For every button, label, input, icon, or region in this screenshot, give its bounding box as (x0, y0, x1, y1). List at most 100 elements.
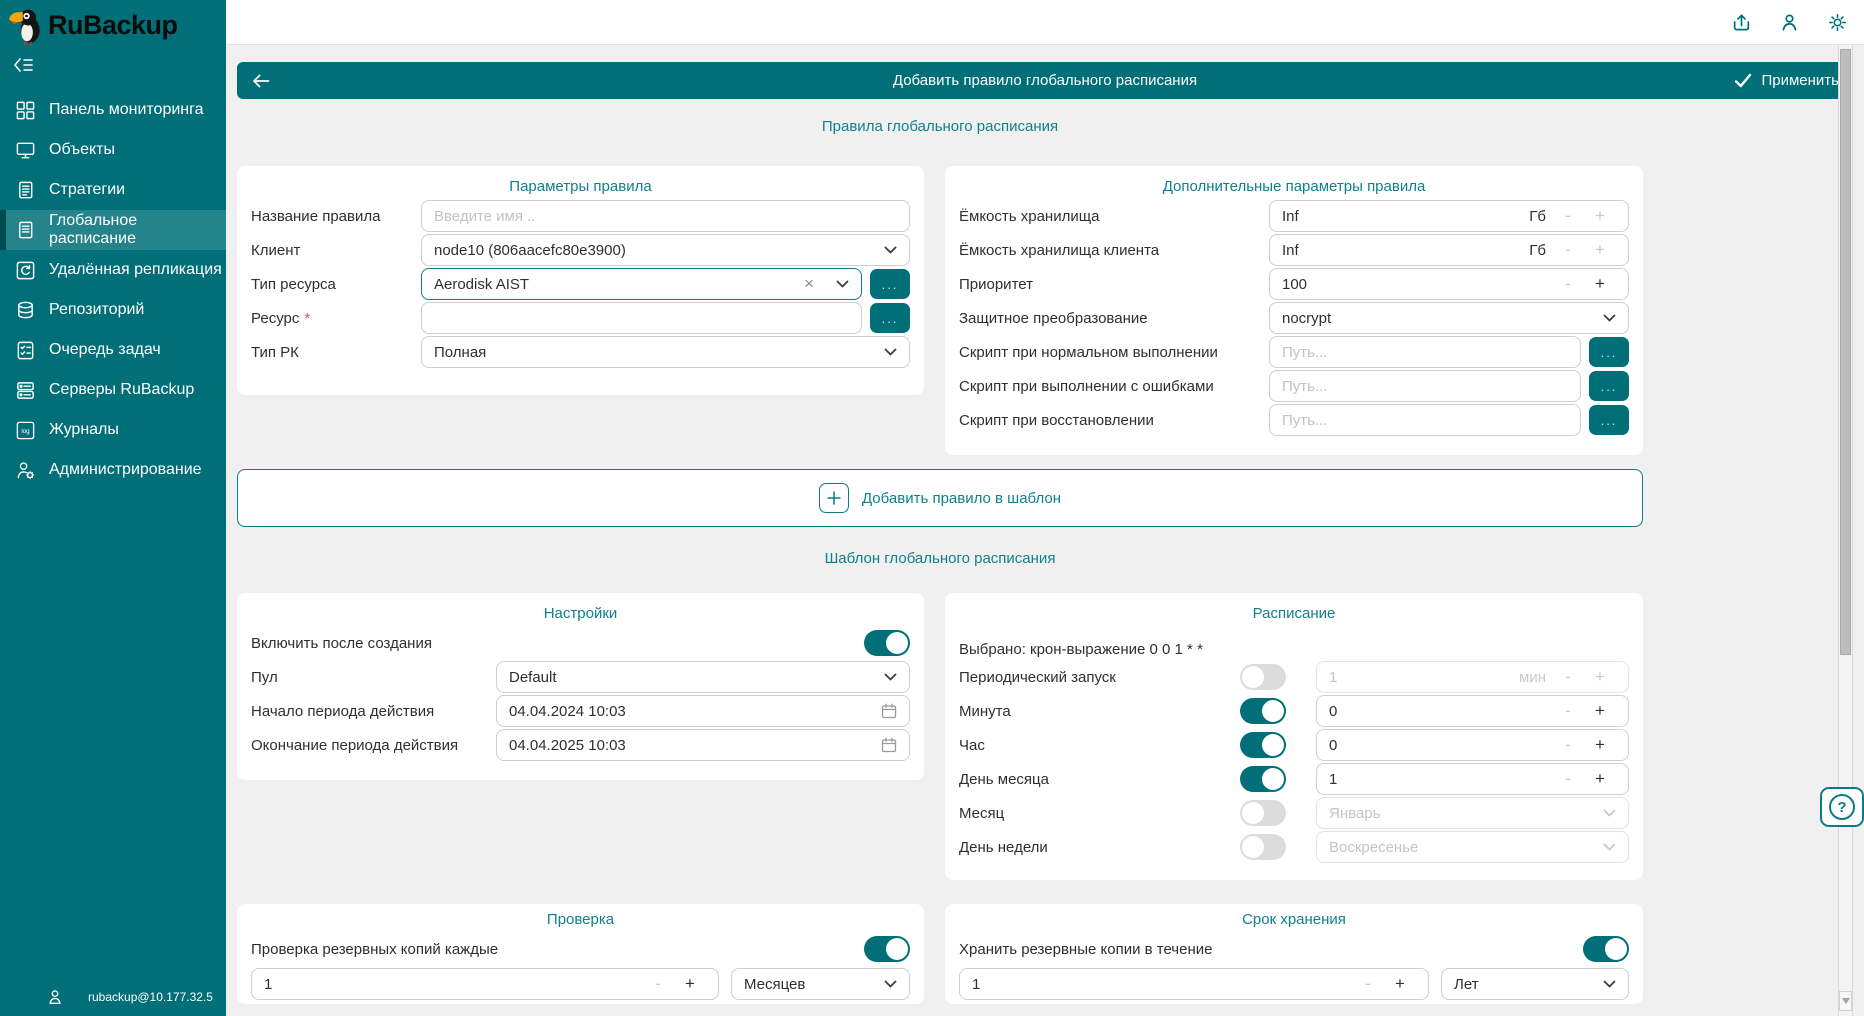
rubackup-app: RuBackup Панель мониторинга Объекты Стра… (0, 0, 1864, 1016)
sidebar-item-strategies[interactable]: Стратегии (0, 170, 226, 210)
weekday-toggle[interactable] (1240, 834, 1286, 860)
help-button[interactable]: ? (1820, 787, 1864, 827)
plus-button[interactable]: + (1584, 735, 1616, 755)
vertical-scrollbar[interactable] (1838, 45, 1853, 1016)
sidebar-item-repository[interactable]: Репозиторий (0, 290, 226, 330)
apply-button[interactable]: Применить (1734, 72, 1839, 89)
retention-toggle[interactable] (1583, 936, 1629, 962)
weekday-select[interactable]: Воскресенье (1316, 831, 1629, 863)
sidebar-item-dashboard[interactable]: Панель мониторинга (0, 90, 226, 130)
chevron-down-icon[interactable] (836, 280, 849, 288)
resource-type-combobox[interactable]: Aerodisk AIST × (421, 268, 862, 300)
scrollbar-down-button[interactable] (1839, 991, 1852, 1011)
pool-select[interactable]: Default (496, 661, 910, 693)
capacity-input[interactable]: Гб - + (1269, 200, 1629, 232)
client-capacity-unit: Гб (1529, 242, 1546, 259)
add-rule-to-template-button[interactable]: Добавить правило в шаблон (237, 469, 1643, 527)
calendar-icon[interactable] (881, 703, 897, 719)
verification-value-input[interactable]: - + (251, 968, 719, 1000)
retention-value-input[interactable]: - + (959, 968, 1429, 1000)
plus-button[interactable]: + (1584, 206, 1616, 226)
script-restore-label: Скрипт при восстановлении (959, 412, 1269, 429)
client-label: Клиент (251, 242, 421, 259)
export-icon[interactable] (1730, 11, 1752, 33)
periodic-toggle[interactable] (1240, 664, 1286, 690)
period-start-input[interactable]: 04.04.2024 10:03 (496, 695, 910, 727)
replication-icon (14, 259, 36, 281)
client-capacity-input[interactable]: Гб - + (1269, 234, 1629, 266)
sidebar-item-global-schedule[interactable]: Глобальное расписание (0, 210, 226, 250)
day-of-month-input[interactable]: - + (1316, 763, 1629, 795)
calendar-icon[interactable] (881, 737, 897, 753)
script-restore-input[interactable] (1269, 404, 1581, 436)
transform-label: Защитное преобразование (959, 310, 1269, 327)
hour-input[interactable]: - + (1316, 729, 1629, 761)
plus-button[interactable]: + (1384, 974, 1416, 994)
servers-icon (14, 379, 36, 401)
backup-type-select[interactable]: Полная (421, 336, 910, 368)
resource-input[interactable] (421, 302, 862, 334)
sidebar-item-administration[interactable]: Администрирование (0, 450, 226, 490)
plus-button[interactable]: + (1584, 274, 1616, 294)
plus-button[interactable]: + (674, 974, 706, 994)
minus-button[interactable]: - (1552, 735, 1584, 755)
scrollbar-thumb[interactable] (1840, 49, 1851, 655)
plus-button[interactable]: + (1584, 667, 1616, 687)
clear-icon[interactable]: × (804, 274, 814, 294)
verification-unit-select[interactable]: Месяцев (731, 968, 910, 1000)
transform-select[interactable]: nocrypt (1269, 302, 1629, 334)
priority-input[interactable]: - + (1269, 268, 1629, 300)
retention-unit-select[interactable]: Лет (1441, 968, 1629, 1000)
minus-button[interactable]: - (1352, 974, 1384, 994)
enable-toggle[interactable] (864, 630, 910, 656)
periodic-input[interactable]: мин - + (1316, 661, 1629, 693)
minus-button[interactable]: - (1552, 701, 1584, 721)
minute-input[interactable]: - + (1316, 695, 1629, 727)
period-end-input[interactable]: 04.04.2025 10:03 (496, 729, 910, 761)
back-button[interactable] (251, 69, 277, 93)
apply-label: Применить (1761, 72, 1839, 89)
verification-toggle[interactable] (864, 936, 910, 962)
sidebar-item-label: Администрирование (49, 461, 202, 479)
plus-button[interactable]: + (1584, 701, 1616, 721)
sidebar-item-servers[interactable]: Серверы RuBackup (0, 370, 226, 410)
dashboard-icon (14, 99, 36, 121)
script-err-more-button[interactable]: ... (1589, 371, 1629, 401)
user-icon[interactable] (1778, 11, 1800, 33)
sidebar-item-label: Репозиторий (49, 301, 144, 319)
script-err-input[interactable] (1269, 370, 1581, 402)
minus-button[interactable]: - (1552, 206, 1584, 226)
minute-toggle[interactable] (1240, 698, 1286, 724)
gear-icon[interactable] (1826, 11, 1848, 33)
sidebar-item-task-queue[interactable]: Очередь задач (0, 330, 226, 370)
plus-button[interactable]: + (1584, 240, 1616, 260)
script-ok-more-button[interactable]: ... (1589, 337, 1629, 367)
client-select[interactable]: node10 (806aacefc80e3900) (421, 234, 910, 266)
sidebar-item-label: Стратегии (49, 181, 125, 199)
script-restore-more-button[interactable]: ... (1589, 405, 1629, 435)
sidebar-item-replication[interactable]: Удалённая репликация (0, 250, 226, 290)
sidebar-item-journals[interactable]: log Журналы (0, 410, 226, 450)
hour-toggle[interactable] (1240, 732, 1286, 758)
resource-more-button[interactable]: ... (870, 303, 910, 333)
schedule-card: Расписание Выбрано: крон-выражение 0 0 1… (945, 593, 1643, 880)
plus-button[interactable]: + (1584, 769, 1616, 789)
day-of-month-toggle[interactable] (1240, 766, 1286, 792)
resource-type-more-button[interactable]: ... (870, 269, 910, 299)
script-err-label: Скрипт при выполнении с ошибками (959, 378, 1269, 395)
sidebar-menu: Панель мониторинга Объекты Стратегии Гло… (0, 90, 226, 490)
rule-name-input[interactable] (421, 200, 910, 232)
minus-button[interactable]: - (1552, 240, 1584, 260)
sidebar-item-objects[interactable]: Объекты (0, 130, 226, 170)
minus-button[interactable]: - (642, 974, 674, 994)
month-toggle[interactable] (1240, 800, 1286, 826)
minus-button[interactable]: - (1552, 667, 1584, 687)
task-queue-icon (14, 339, 36, 361)
minus-button[interactable]: - (1552, 769, 1584, 789)
period-start-row: Начало периода действия 04.04.2024 10:03 (251, 695, 910, 727)
minus-button[interactable]: - (1552, 274, 1584, 294)
month-select[interactable]: Январь (1316, 797, 1629, 829)
sidebar-item-label: Серверы RuBackup (49, 381, 194, 399)
script-ok-input[interactable] (1269, 336, 1581, 368)
sidebar-collapse-button[interactable] (12, 56, 38, 76)
